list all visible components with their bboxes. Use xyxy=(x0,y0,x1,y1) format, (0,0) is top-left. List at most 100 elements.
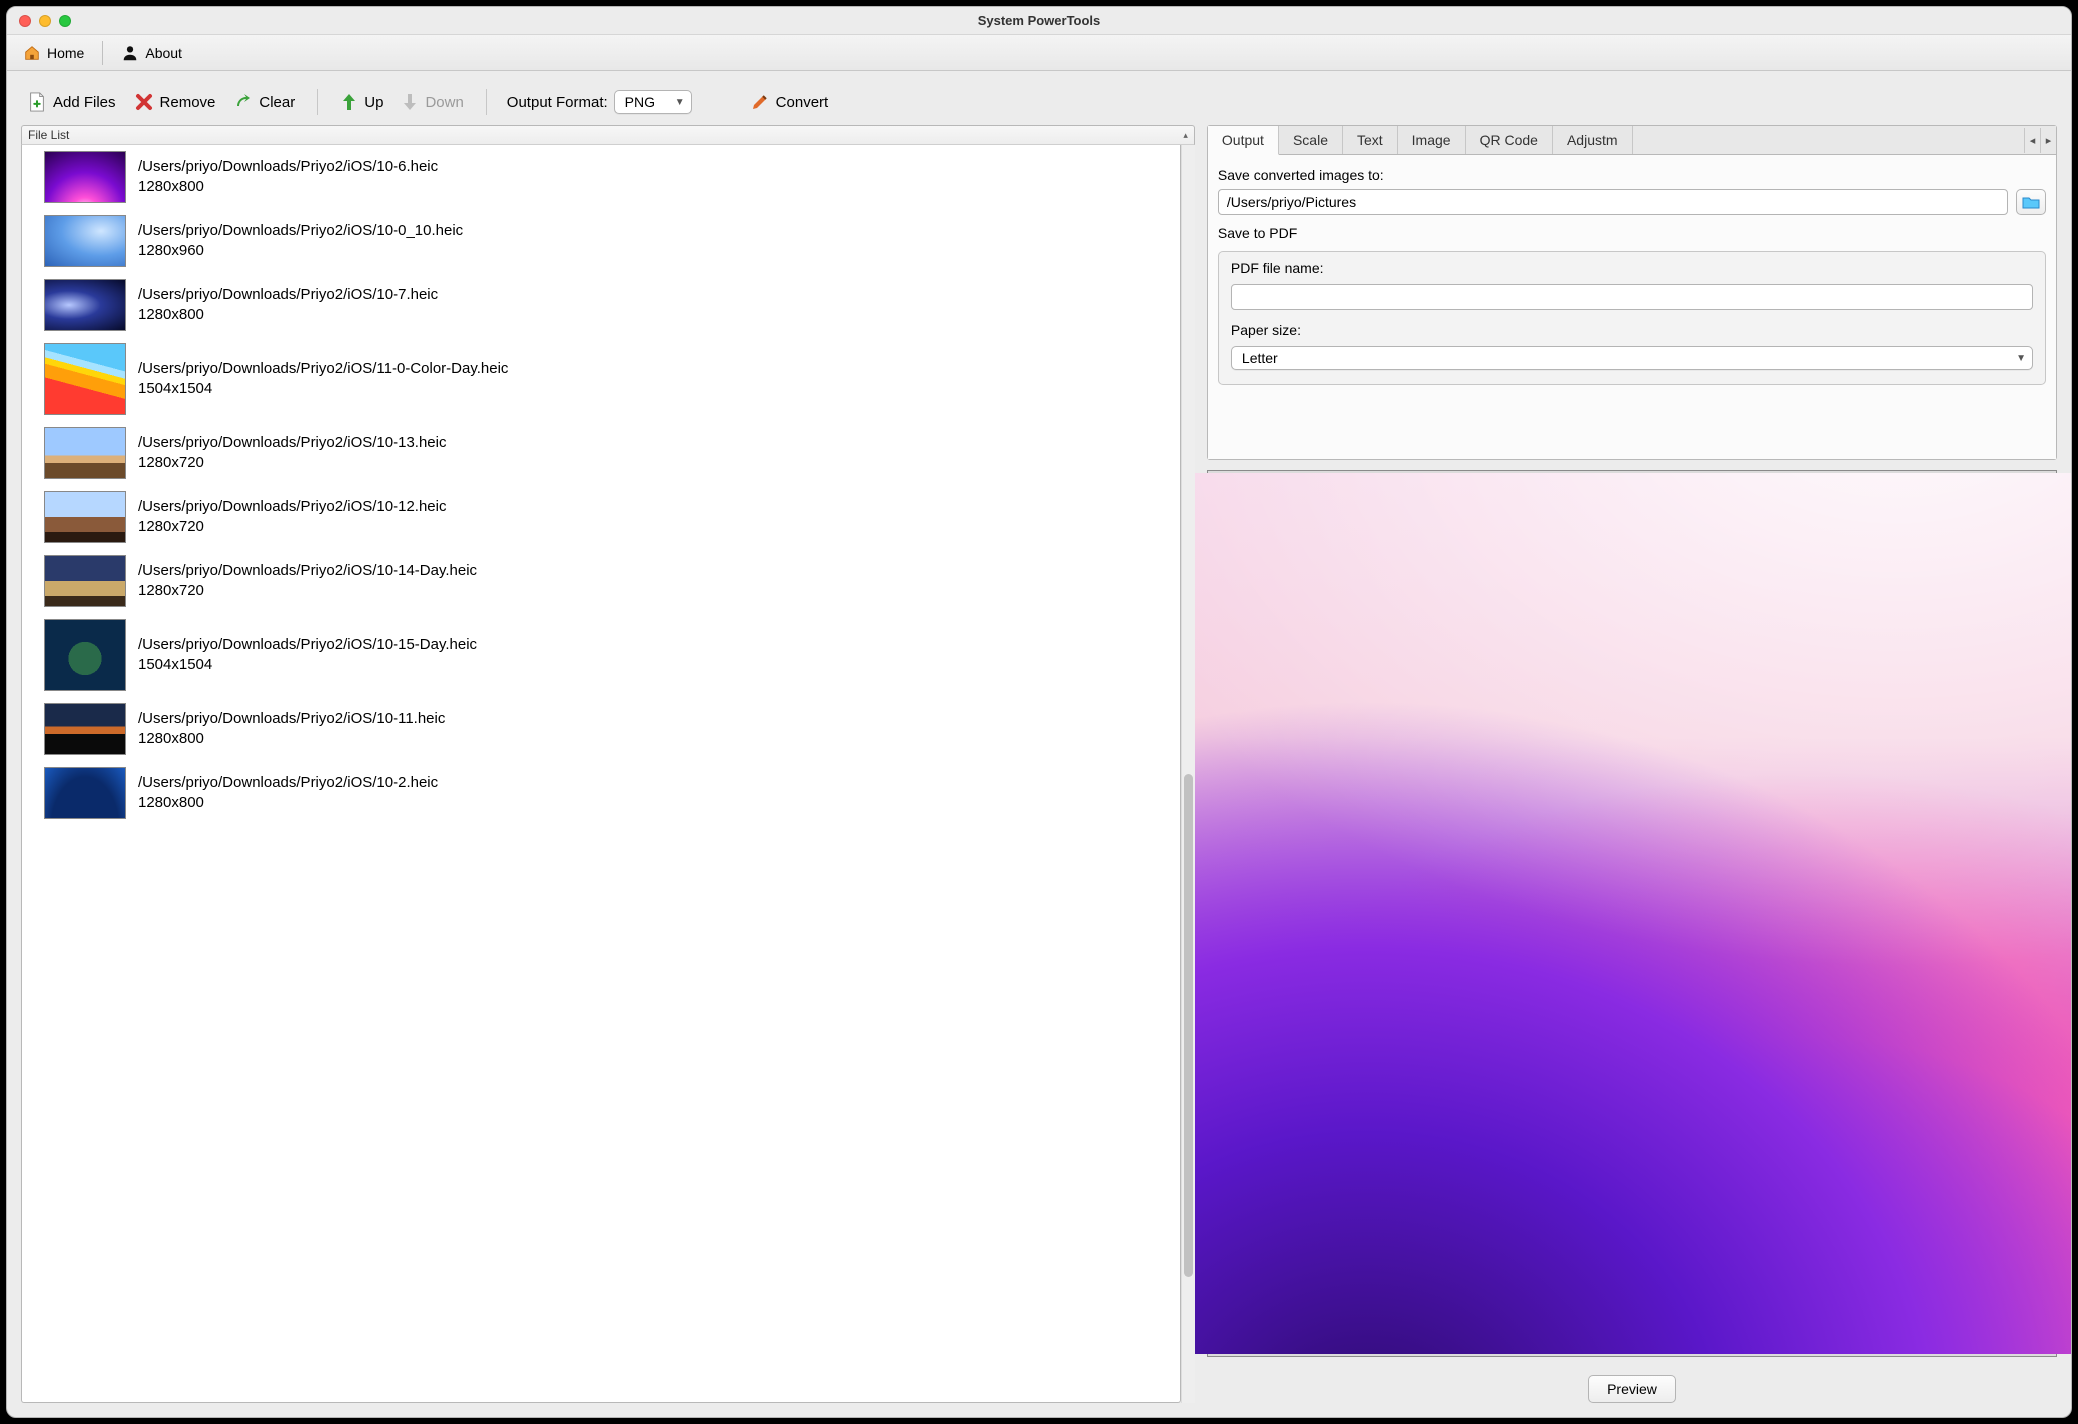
file-path: /Users/priyo/Downloads/Priyo2/iOS/11-0-C… xyxy=(138,359,508,379)
pdf-filename-label: PDF file name: xyxy=(1231,260,2033,276)
file-list-item[interactable]: /Users/priyo/Downloads/Priyo2/iOS/10-13.… xyxy=(22,421,1180,485)
file-list-item[interactable]: /Users/priyo/Downloads/Priyo2/iOS/11-0-C… xyxy=(22,337,1180,421)
file-path: /Users/priyo/Downloads/Priyo2/iOS/10-15-… xyxy=(138,635,477,655)
convert-brush-icon xyxy=(750,92,770,112)
tab-output[interactable]: Output xyxy=(1208,126,1279,155)
output-format-label: Output Format: xyxy=(507,94,608,111)
save-to-label: Save converted images to: xyxy=(1218,167,2046,183)
remove-label: Remove xyxy=(160,94,216,111)
file-info: /Users/priyo/Downloads/Priyo2/iOS/10-11.… xyxy=(138,709,445,750)
remove-button[interactable]: Remove xyxy=(128,90,222,114)
right-panel: OutputScaleTextImageQR CodeAdjustm ◂ ▸ S… xyxy=(1207,125,2057,1403)
chevron-down-icon: ▼ xyxy=(2016,353,2026,364)
minimize-window-button[interactable] xyxy=(39,15,51,27)
tabs-scroll-left[interactable]: ◂ xyxy=(2024,128,2040,153)
tab-text[interactable]: Text xyxy=(1343,126,1398,154)
paper-size-label: Paper size: xyxy=(1231,322,2033,338)
file-list-item[interactable]: /Users/priyo/Downloads/Priyo2/iOS/10-14-… xyxy=(22,549,1180,613)
file-path: /Users/priyo/Downloads/Priyo2/iOS/10-13.… xyxy=(138,433,446,453)
settings-tabsheet: OutputScaleTextImageQR CodeAdjustm ◂ ▸ S… xyxy=(1207,125,2057,460)
clear-button[interactable]: Clear xyxy=(227,90,301,114)
output-tab-body: Save converted images to: Save to PDF PD… xyxy=(1208,155,2056,459)
tab-qr-code[interactable]: QR Code xyxy=(1466,126,1553,154)
file-dimensions: 1280x720 xyxy=(138,517,446,537)
file-list-header-label: File List xyxy=(28,128,69,142)
down-button[interactable]: Down xyxy=(395,90,469,114)
file-path: /Users/priyo/Downloads/Priyo2/iOS/10-0_1… xyxy=(138,221,463,241)
up-label: Up xyxy=(364,94,383,111)
down-label: Down xyxy=(425,94,463,111)
home-menu-button[interactable]: Home xyxy=(13,40,94,66)
chevron-down-icon: ▼ xyxy=(675,97,685,108)
preview-box xyxy=(1207,470,2057,1357)
file-list-item[interactable]: /Users/priyo/Downloads/Priyo2/iOS/10-15-… xyxy=(22,613,1180,697)
scrollbar-track[interactable] xyxy=(1181,145,1195,1403)
file-dimensions: 1504x1504 xyxy=(138,379,508,399)
save-to-pdf-label: Save to PDF xyxy=(1218,225,2046,241)
scrollbar-thumb[interactable] xyxy=(1184,774,1193,1277)
file-dimensions: 1280x720 xyxy=(138,581,477,601)
file-info: /Users/priyo/Downloads/Priyo2/iOS/11-0-C… xyxy=(138,359,508,400)
remove-x-icon xyxy=(134,92,154,112)
tabs-scroll-right[interactable]: ▸ xyxy=(2040,128,2056,153)
file-list-item[interactable]: /Users/priyo/Downloads/Priyo2/iOS/10-12.… xyxy=(22,485,1180,549)
tabs-scroll: ◂ ▸ xyxy=(2024,126,2056,154)
file-list-item[interactable]: /Users/priyo/Downloads/Priyo2/iOS/10-0_1… xyxy=(22,209,1180,273)
menubar: Home About xyxy=(7,35,2071,71)
scroll-up-affordance: ▴ xyxy=(1183,130,1188,141)
window-controls xyxy=(7,15,71,27)
file-list-item[interactable]: /Users/priyo/Downloads/Priyo2/iOS/10-2.h… xyxy=(22,761,1180,825)
preview-button[interactable]: Preview xyxy=(1588,1375,1676,1403)
file-list[interactable]: /Users/priyo/Downloads/Priyo2/iOS/10-6.h… xyxy=(21,145,1181,1403)
add-files-label: Add Files xyxy=(53,94,116,111)
file-list-panel: File List ▴ /Users/priyo/Downloads/Priyo… xyxy=(21,125,1195,1403)
tab-adjustm[interactable]: Adjustm xyxy=(1553,126,1633,154)
file-path: /Users/priyo/Downloads/Priyo2/iOS/10-12.… xyxy=(138,497,446,517)
paper-size-value: Letter xyxy=(1242,350,1278,366)
toolbar-separator xyxy=(317,89,318,115)
browse-folder-button[interactable] xyxy=(2016,189,2046,215)
up-button[interactable]: Up xyxy=(334,90,389,114)
tab-scale[interactable]: Scale xyxy=(1279,126,1343,154)
tab-image[interactable]: Image xyxy=(1398,126,1466,154)
close-window-button[interactable] xyxy=(19,15,31,27)
convert-button[interactable]: Convert xyxy=(744,90,835,114)
file-list-item[interactable]: /Users/priyo/Downloads/Priyo2/iOS/10-7.h… xyxy=(22,273,1180,337)
file-dimensions: 1280x960 xyxy=(138,241,463,261)
home-menu-label: Home xyxy=(47,45,84,61)
add-files-button[interactable]: Add Files xyxy=(21,89,122,115)
thumbnail xyxy=(44,703,126,755)
tabs: OutputScaleTextImageQR CodeAdjustm ◂ ▸ xyxy=(1208,126,2056,155)
save-to-input[interactable] xyxy=(1218,189,2008,215)
paper-size-select[interactable]: Letter ▼ xyxy=(1231,346,2033,370)
zoom-window-button[interactable] xyxy=(59,15,71,27)
file-path: /Users/priyo/Downloads/Priyo2/iOS/10-2.h… xyxy=(138,773,438,793)
file-info: /Users/priyo/Downloads/Priyo2/iOS/10-12.… xyxy=(138,497,446,538)
thumbnail xyxy=(44,555,126,607)
file-path: /Users/priyo/Downloads/Priyo2/iOS/10-14-… xyxy=(138,561,477,581)
file-list-item[interactable]: /Users/priyo/Downloads/Priyo2/iOS/10-11.… xyxy=(22,697,1180,761)
preview-image xyxy=(1191,473,2072,1354)
titlebar: System PowerTools xyxy=(7,7,2071,35)
window-title: System PowerTools xyxy=(7,13,2071,28)
toolbar-separator xyxy=(486,89,487,115)
file-info: /Users/priyo/Downloads/Priyo2/iOS/10-13.… xyxy=(138,433,446,474)
pdf-filename-input[interactable] xyxy=(1231,284,2033,310)
file-list-item[interactable]: /Users/priyo/Downloads/Priyo2/iOS/10-6.h… xyxy=(22,145,1180,209)
convert-label: Convert xyxy=(776,94,829,111)
output-format-select[interactable]: PNG ▼ xyxy=(614,90,692,114)
file-info: /Users/priyo/Downloads/Priyo2/iOS/10-2.h… xyxy=(138,773,438,814)
clear-label: Clear xyxy=(259,94,295,111)
file-info: /Users/priyo/Downloads/Priyo2/iOS/10-0_1… xyxy=(138,221,463,262)
output-format-value: PNG xyxy=(625,94,655,110)
folder-icon xyxy=(2022,195,2040,209)
pdf-group: PDF file name: Paper size: Letter ▼ xyxy=(1218,251,2046,385)
file-path: /Users/priyo/Downloads/Priyo2/iOS/10-11.… xyxy=(138,709,445,729)
file-info: /Users/priyo/Downloads/Priyo2/iOS/10-7.h… xyxy=(138,285,438,326)
menu-separator xyxy=(102,41,103,65)
toolbar: Add Files Remove Clear Up Down xyxy=(7,71,2071,125)
file-path: /Users/priyo/Downloads/Priyo2/iOS/10-6.h… xyxy=(138,157,438,177)
thumbnail xyxy=(44,767,126,819)
file-dimensions: 1280x800 xyxy=(138,729,445,749)
about-menu-button[interactable]: About xyxy=(111,40,192,66)
